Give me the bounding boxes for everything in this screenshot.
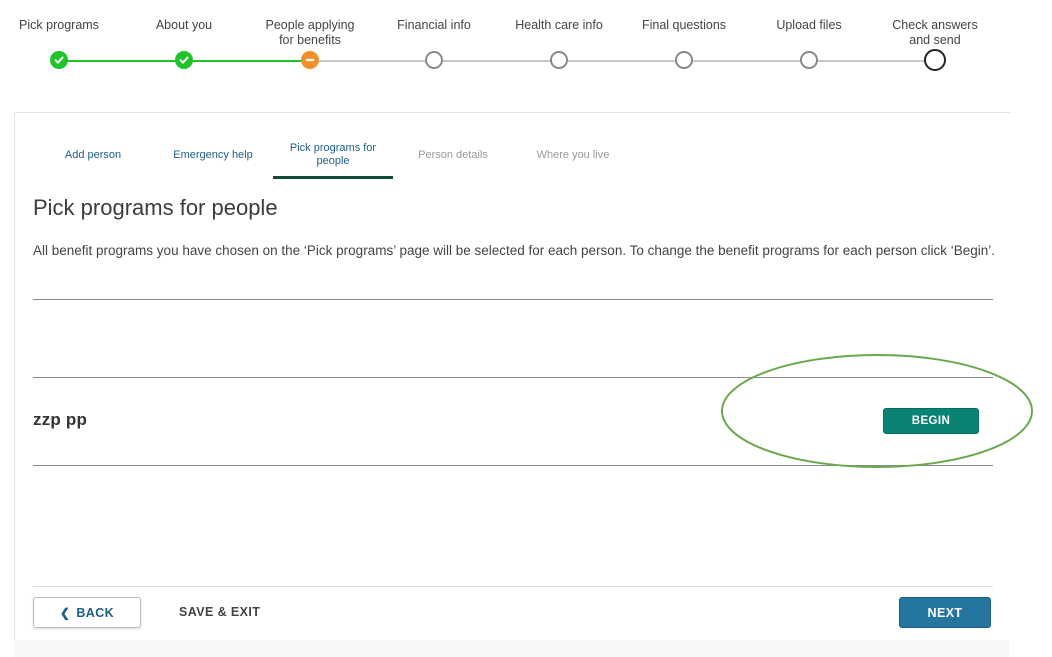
subtab-add-person[interactable]: Add person	[33, 131, 153, 179]
step-health-care-info: Health care info	[499, 18, 619, 69]
step-done-check-icon	[50, 51, 68, 69]
application-page: Pick programs About you People applying …	[0, 0, 1052, 657]
step-label: Financial info	[397, 18, 471, 32]
step-pick-programs[interactable]: Pick programs	[0, 18, 119, 69]
step-empty-circle-icon	[800, 51, 818, 69]
step-label: About you	[155, 18, 213, 32]
subtab-person-details: Person details	[418, 148, 488, 161]
divider	[33, 377, 993, 378]
subtab-where-you-live: Where you live	[536, 148, 610, 161]
step-done-check-icon	[175, 51, 193, 69]
step-label: Health care info	[515, 18, 603, 32]
highlight-ellipse-annotation	[721, 354, 1033, 468]
back-button[interactable]: ❮ BACK	[33, 597, 141, 628]
step-final-questions: Final questions	[624, 18, 744, 69]
step-label: Upload files	[776, 18, 842, 32]
step-empty-circle-icon	[425, 51, 443, 69]
step-about-you[interactable]: About you	[124, 18, 244, 69]
next-button[interactable]: NEXT	[899, 597, 991, 628]
step-check-answers: Check answers and send	[875, 18, 995, 71]
sub-navigation: Add person Emergency help Pick programs …	[15, 131, 1010, 181]
step-people-applying[interactable]: People applying for benefits	[250, 18, 370, 69]
progress-stepper: Pick programs About you People applying …	[0, 0, 1052, 100]
step-label: People applying for benefits	[265, 18, 355, 47]
step-upload-files: Upload files	[749, 18, 869, 69]
footer-divider	[33, 586, 993, 587]
main-card: Add person Emergency help Pick programs …	[14, 112, 1033, 657]
step-financial-info: Financial info	[374, 18, 494, 69]
step-label: Check answers and send	[892, 18, 978, 47]
chevron-left-icon: ❮	[59, 605, 71, 620]
subtab-emergency-help[interactable]: Emergency help	[153, 131, 273, 179]
step-current-minus-icon	[301, 51, 319, 69]
back-button-label: BACK	[76, 605, 115, 620]
subtab-pick-programs-for-people[interactable]: Pick programs for people	[273, 131, 393, 179]
divider	[33, 465, 993, 466]
person-name: zzp pp	[33, 410, 88, 429]
intro-text: All benefit programs you have chosen on …	[33, 243, 996, 258]
step-empty-circle-icon	[675, 51, 693, 69]
stepper-line-remaining	[310, 60, 935, 62]
step-label: Pick programs	[19, 18, 99, 32]
divider	[33, 299, 993, 300]
step-empty-circle-icon	[550, 51, 568, 69]
page-title: Pick programs for people	[33, 195, 278, 220]
step-label: Final questions	[641, 18, 727, 32]
begin-button[interactable]: BEGIN	[883, 408, 979, 434]
save-and-exit-link[interactable]: SAVE & EXIT	[179, 605, 260, 619]
bottom-strip	[14, 640, 1009, 657]
step-empty-circle-icon	[924, 49, 946, 71]
